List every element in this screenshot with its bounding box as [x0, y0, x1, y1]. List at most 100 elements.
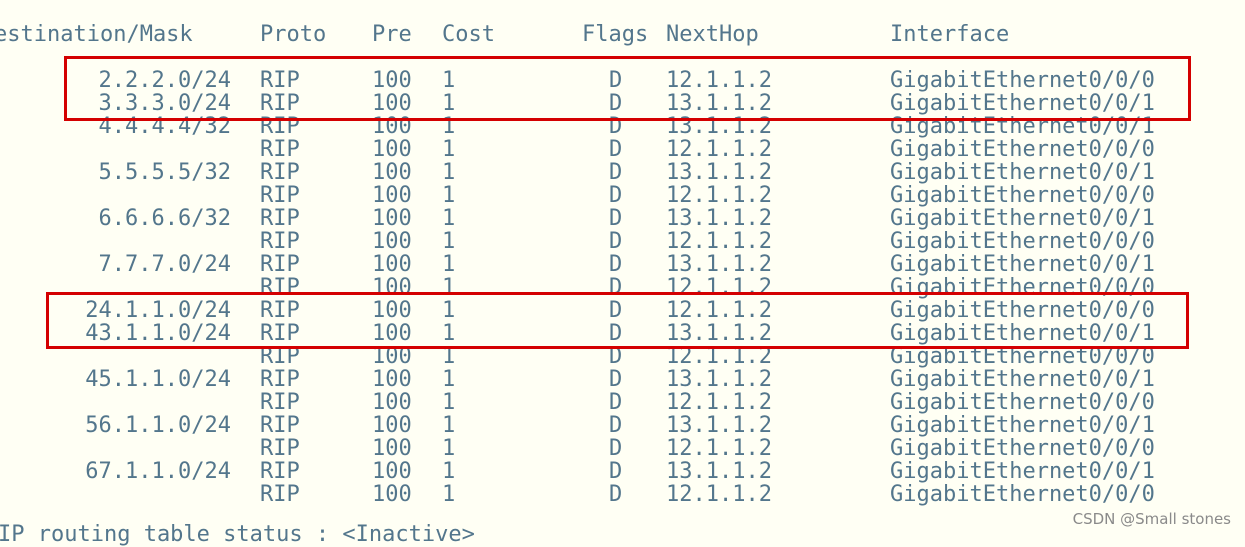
header-cost: Cost [442, 22, 495, 47]
pre-cell: 100 [372, 367, 412, 392]
table-row: RIP 100 1 D 12.1.1.2 GigabitEthernet0/0/0 [0, 437, 1245, 460]
pre-cell: 100 [372, 160, 412, 185]
cost-cell: 1 [442, 229, 456, 254]
destination-cell: 67.1.1.0/24 [85, 459, 231, 484]
flags-cell: D [609, 206, 623, 231]
proto-cell: RIP [260, 206, 300, 231]
interface-cell: GigabitEthernet0/0/0 [890, 482, 1155, 507]
destination-cell: 5.5.5.5/32 [98, 160, 231, 185]
header-nexthop: NextHop [666, 22, 759, 47]
flags-cell: D [609, 137, 623, 162]
highlight-box-top [64, 56, 1191, 121]
flags-cell: D [609, 413, 623, 438]
nexthop-cell: 13.1.1.2 [666, 206, 772, 231]
proto-cell: RIP [260, 229, 300, 254]
nexthop-cell: 13.1.1.2 [666, 413, 772, 438]
watermark: CSDN @Small stones [1072, 510, 1231, 528]
flags-cell: D [609, 229, 623, 254]
nexthop-cell: 13.1.1.2 [666, 160, 772, 185]
interface-cell: GigabitEthernet0/0/1 [890, 206, 1155, 231]
proto-cell: RIP [260, 160, 300, 185]
table-row: 56.1.1.0/24 RIP 100 1 D 13.1.1.2 GigabitEthern… [0, 414, 1245, 437]
nexthop-cell: 13.1.1.2 [666, 252, 772, 277]
nexthop-cell: 12.1.1.2 [666, 436, 772, 461]
nexthop-cell: 13.1.1.2 [666, 459, 772, 484]
nexthop-cell: 13.1.1.2 [666, 367, 772, 392]
cost-cell: 1 [442, 390, 456, 415]
nexthop-cell: 12.1.1.2 [666, 390, 772, 415]
pre-cell: 100 [372, 229, 412, 254]
highlight-box-middle [46, 292, 1189, 349]
cost-cell: 1 [442, 252, 456, 277]
cost-cell: 1 [442, 413, 456, 438]
flags-cell: D [609, 482, 623, 507]
proto-cell: RIP [260, 482, 300, 507]
cost-cell: 1 [442, 160, 456, 185]
table-row: 5.5.5.5/32 RIP 100 1 D 13.1.1.2 GigabitEtherne… [0, 161, 1245, 184]
nexthop-cell: 12.1.1.2 [666, 137, 772, 162]
proto-cell: RIP [260, 183, 300, 208]
nexthop-cell: 12.1.1.2 [666, 482, 772, 507]
flags-cell: D [609, 436, 623, 461]
interface-cell: GigabitEthernet0/0/1 [890, 160, 1155, 185]
pre-cell: 100 [372, 413, 412, 438]
header-destination-mask: estination/Mask [0, 22, 193, 47]
flags-cell: D [609, 183, 623, 208]
flags-cell: D [609, 367, 623, 392]
destination-cell: 45.1.1.0/24 [85, 367, 231, 392]
table-row: 7.7.7.0/24 RIP 100 1 D 13.1.1.2 GigabitEtherne… [0, 253, 1245, 276]
proto-cell: RIP [260, 137, 300, 162]
cost-cell: 1 [442, 459, 456, 484]
interface-cell: GigabitEthernet0/0/0 [890, 229, 1155, 254]
table-row: RIP 100 1 D 12.1.1.2 GigabitEthernet0/0/0 [0, 184, 1245, 207]
header-pre: Pre [372, 22, 412, 47]
table-row: RIP 100 1 D 12.1.1.2 GigabitEthernet0/0/0 [0, 391, 1245, 414]
pre-cell: 100 [372, 183, 412, 208]
pre-cell: 100 [372, 206, 412, 231]
table-row: 6.6.6.6/32 RIP 100 1 D 13.1.1.2 GigabitEtherne… [0, 207, 1245, 230]
table-row: RIP 100 1 D 12.1.1.2 GigabitEthernet0/0/0 [0, 138, 1245, 161]
nexthop-cell: 12.1.1.2 [666, 183, 772, 208]
nexthop-cell: 12.1.1.2 [666, 229, 772, 254]
interface-cell: GigabitEthernet0/0/0 [890, 390, 1155, 415]
proto-cell: RIP [260, 252, 300, 277]
table-row: RIP 100 1 D 12.1.1.2 GigabitEthernet0/0/0 [0, 230, 1245, 253]
interface-cell: GigabitEthernet0/0/0 [890, 137, 1155, 162]
proto-cell: RIP [260, 390, 300, 415]
pre-cell: 100 [372, 137, 412, 162]
flags-cell: D [609, 390, 623, 415]
cost-cell: 1 [442, 436, 456, 461]
table-row: 45.1.1.0/24 RIP 100 1 D 13.1.1.2 GigabitEthern… [0, 368, 1245, 391]
cost-cell: 1 [442, 183, 456, 208]
destination-cell: 56.1.1.0/24 [85, 413, 231, 438]
cost-cell: 1 [442, 367, 456, 392]
pre-cell: 100 [372, 436, 412, 461]
header-flags: Flags [582, 22, 649, 47]
pre-cell: 100 [372, 252, 412, 277]
destination-cell: 6.6.6.6/32 [98, 206, 231, 231]
pre-cell: 100 [372, 390, 412, 415]
interface-cell: GigabitEthernet0/0/0 [890, 436, 1155, 461]
table-row: 67.1.1.0/24 RIP 100 1 D 13.1.1.2 GigabitEthern… [0, 460, 1245, 483]
proto-cell: RIP [260, 367, 300, 392]
proto-cell: RIP [260, 459, 300, 484]
flags-cell: D [609, 252, 623, 277]
proto-cell: RIP [260, 436, 300, 461]
destination-cell: 7.7.7.0/24 [98, 252, 231, 277]
interface-cell: GigabitEthernet0/0/1 [890, 459, 1155, 484]
pre-cell: 100 [372, 482, 412, 507]
interface-cell: GigabitEthernet0/0/1 [890, 367, 1155, 392]
table-row: RIP 100 1 D 12.1.1.2 GigabitEthernet0/0/0 [0, 483, 1245, 506]
header-interface: Interface [890, 22, 1010, 47]
flags-cell: D [609, 459, 623, 484]
interface-cell: GigabitEthernet0/0/1 [890, 252, 1155, 277]
proto-cell: RIP [260, 413, 300, 438]
cost-cell: 1 [442, 137, 456, 162]
pre-cell: 100 [372, 459, 412, 484]
interface-cell: GigabitEthernet0/0/0 [890, 183, 1155, 208]
flags-cell: D [609, 160, 623, 185]
cost-cell: 1 [442, 482, 456, 507]
interface-cell: GigabitEthernet0/0/1 [890, 413, 1155, 438]
header-proto: Proto [260, 22, 327, 47]
routing-table-status-line: IP routing table status : <Inactive> [0, 522, 475, 547]
